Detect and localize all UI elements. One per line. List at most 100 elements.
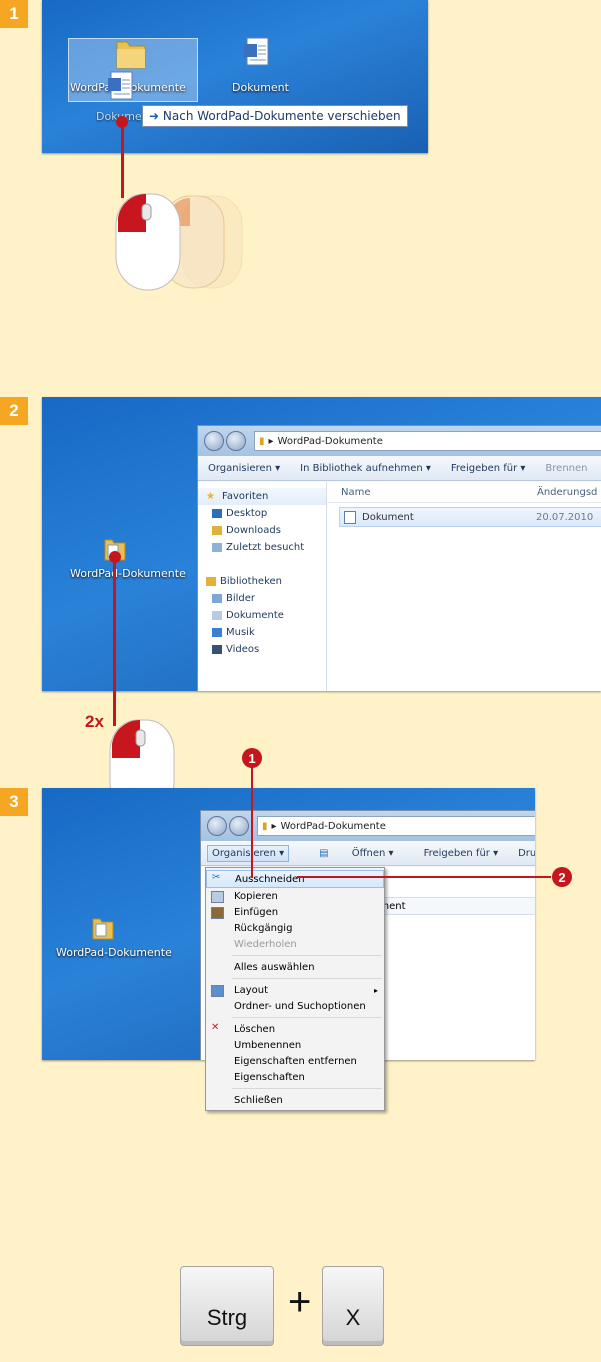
menu-item-label: Alles auswählen <box>234 961 315 973</box>
mouse-drag-icon <box>115 193 243 291</box>
column-name[interactable]: Name <box>341 487 537 498</box>
menu-separator <box>232 955 382 956</box>
menu-separator <box>232 1088 382 1089</box>
submenu-arrow-icon: ▸ <box>373 985 378 995</box>
menu-item-löschen[interactable]: ✕ Löschen <box>206 1021 384 1037</box>
nav-libraries[interactable]: Bibliotheken <box>198 573 326 590</box>
menu-item-ordner-und-suchoptionen[interactable]: Ordner- und Suchoptionen <box>206 998 384 1014</box>
forward-button[interactable] <box>226 431 246 451</box>
explorer-toolbar: Organisieren ▾ In Bibliothek aufnehmen ▾… <box>198 456 601 481</box>
address-bar-3[interactable]: ▮ ▸ WordPad-Dokumente <box>257 816 535 836</box>
menu-item-einfügen[interactable]: Einfügen <box>206 904 384 920</box>
menu-item-wiederholen[interactable]: Wiederholen <box>206 936 384 952</box>
plus-sign: + <box>288 1280 312 1324</box>
menu-item-rückgängig[interactable]: Rückgängig <box>206 920 384 936</box>
nav-recent-label: Zuletzt besucht <box>226 542 305 553</box>
menu-separator <box>232 978 382 979</box>
organize-menu: ✂ Ausschneiden Kopieren Einfügen Rückgängig W… <box>205 867 385 1111</box>
menu-item-eigenschaften[interactable]: Eigenschaften <box>206 1069 384 1085</box>
key-ctrl: Strg <box>180 1266 274 1346</box>
address-text-3: WordPad-Dokumente <box>280 820 386 832</box>
explorer-titlebar: ▮ ▸ WordPad-Dokumente <box>198 426 601 456</box>
menu-item-label: Eigenschaften entfernen <box>234 1055 357 1067</box>
copy-icon <box>211 891 224 903</box>
desktop-icon <box>212 509 222 518</box>
toolbar-organize[interactable]: Organisieren ▾ <box>208 463 280 474</box>
menu-item-ausschneiden[interactable]: ✂ Ausschneiden <box>206 870 384 888</box>
callout-number-1: 1 <box>242 748 262 768</box>
breadcrumb-arrow-icon-3: ▸ <box>271 820 277 832</box>
nav-videos-label: Videos <box>226 644 260 655</box>
paste-icon <box>211 907 224 919</box>
menu-item-umbenennen[interactable]: Umbenennen <box>206 1037 384 1053</box>
back-button-3[interactable] <box>207 816 227 836</box>
nav-desktop[interactable]: Desktop <box>198 505 326 522</box>
pictures-icon <box>212 594 222 603</box>
toolbar-open-label: Öffnen ▾ <box>351 847 394 859</box>
menu-item-label: Löschen <box>234 1023 276 1035</box>
file-list: Name Änderungsd Dokument 20.07.2010 <box>327 482 601 691</box>
menu-item-label: Layout <box>234 984 268 996</box>
move-tooltip-text: Nach WordPad-Dokumente verschieben <box>162 109 401 123</box>
menu-item-label: Schließen <box>234 1094 283 1106</box>
open-icon: ▤ <box>319 847 332 859</box>
menu-item-label: Einfügen <box>234 906 279 918</box>
step-badge-1: 1 <box>0 0 28 28</box>
menu-item-label: Umbenennen <box>234 1039 302 1051</box>
menu-item-alles-auswählen[interactable]: Alles auswählen <box>206 959 384 975</box>
breadcrumb-arrow-icon: ▸ <box>268 435 274 447</box>
explorer-window: ▮ ▸ WordPad-Dokumente Organisieren ▾ In … <box>197 425 601 691</box>
nav-music-label: Musik <box>226 627 255 638</box>
nav-desktop-label: Desktop <box>226 508 268 519</box>
desktop-folder-label-3[interactable]: WordPad-Dokumente <box>56 946 172 959</box>
toolbar-open-3[interactable]: ▤ Öffnen ▾ <box>309 848 403 859</box>
address-text: WordPad-Dokumente <box>277 435 383 447</box>
address-bar[interactable]: ▮ ▸ WordPad-Dokumente <box>254 431 601 451</box>
recent-places-icon <box>212 543 222 552</box>
address-folder-icon-3: ▮ <box>262 820 268 832</box>
toolbar-share-3[interactable]: Freigeben für ▾ <box>424 848 499 859</box>
nav-pictures[interactable]: Bilder <box>198 590 326 607</box>
toolbar-share[interactable]: Freigeben für ▾ <box>451 463 526 474</box>
dragged-document-icon <box>108 71 133 100</box>
file-document-icon <box>344 510 356 524</box>
nav-pictures-label: Bilder <box>226 593 256 604</box>
column-date[interactable]: Änderungsd <box>537 487 597 498</box>
desktop-folder-label[interactable]: WordPad-Dokumente <box>70 567 186 580</box>
address-folder-icon: ▮ <box>259 435 265 447</box>
nav-videos[interactable]: Videos <box>198 641 326 658</box>
libraries-icon <box>206 577 216 586</box>
toolbar-print-3[interactable]: Drucken <box>518 848 535 859</box>
toolbar-organize-3[interactable]: Organisieren ▾ <box>207 844 290 862</box>
document-icon <box>244 37 269 66</box>
nav-documents[interactable]: Dokumente <box>198 607 326 624</box>
callout-line-2 <box>113 560 116 726</box>
file-date: 20.07.2010 <box>536 511 594 523</box>
nav-favorites[interactable]: ★ Favoriten <box>198 488 326 505</box>
file-row[interactable]: Dokument 20.07.2010 <box>339 507 601 527</box>
nav-music[interactable]: Musik <box>198 624 326 641</box>
toolbar-add-library[interactable]: In Bibliothek aufnehmen ▾ <box>300 463 431 474</box>
callout-line-3-horizontal <box>297 876 551 878</box>
step-badge-2: 2 <box>0 397 28 425</box>
videos-icon <box>212 645 222 654</box>
menu-item-schließen[interactable]: Schließen <box>206 1092 384 1108</box>
desktop-area-1: WordPad-Dokumente Dokument Dokume ➜ Nach… <box>42 0 428 153</box>
back-button[interactable] <box>204 431 224 451</box>
downloads-icon <box>212 526 222 535</box>
forward-button-3[interactable] <box>229 816 249 836</box>
document-label[interactable]: Dokument <box>232 81 289 94</box>
menu-item-layout[interactable]: Layout ▸ <box>206 982 384 998</box>
toolbar-burn[interactable]: Brennen <box>545 463 587 474</box>
move-tooltip: ➜ Nach WordPad-Dokumente verschieben <box>142 105 408 127</box>
callout-line-3-vertical <box>251 766 253 878</box>
nav-recent[interactable]: Zuletzt besucht <box>198 539 326 556</box>
menu-item-kopieren[interactable]: Kopieren <box>206 888 384 904</box>
arrow-right-icon: ➜ <box>149 109 160 123</box>
menu-item-label: Eigenschaften <box>234 1071 305 1083</box>
nav-favorites-label: Favoriten <box>222 491 269 502</box>
menu-separator <box>232 1017 382 1018</box>
menu-item-eigenschaften-entfernen[interactable]: Eigenschaften entfernen <box>206 1053 384 1069</box>
nav-downloads[interactable]: Downloads <box>198 522 326 539</box>
